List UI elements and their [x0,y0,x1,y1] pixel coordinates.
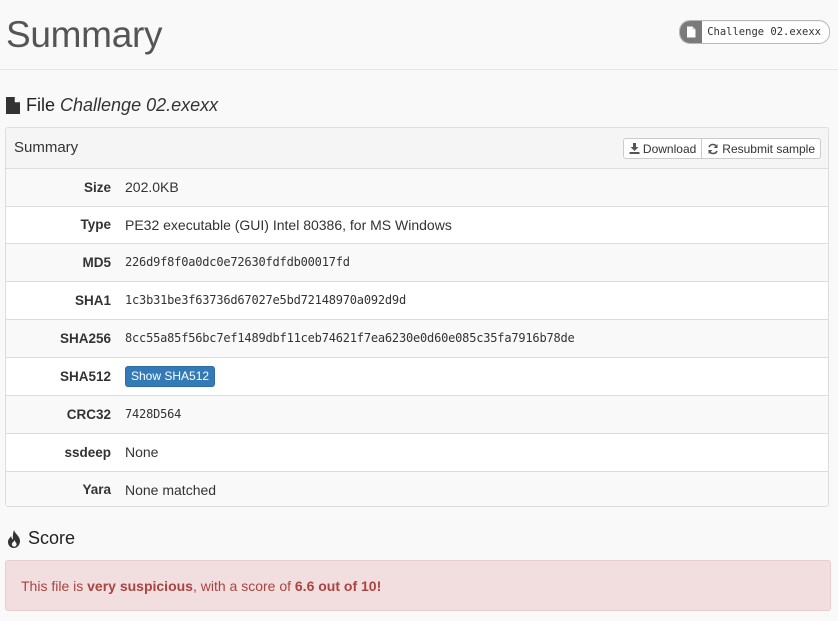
sha256-label: SHA256 [59,330,111,346]
file-section-filename: Challenge 02.exexx [60,95,219,115]
table-row-type: Type PE32 executable (GUI) Intel 80386, … [6,206,828,243]
table-row-yara: Yara None matched [6,471,828,506]
fire-icon [6,529,22,548]
sample-actions: Download Resubmit sample [622,138,821,159]
sha1-value: 1c3b31be3f63736d67027e5bd72148970a092d9d [125,293,406,307]
file-section-heading: File Challenge 02.exexx [6,95,218,116]
type-value: PE32 executable (GUI) Intel 80386, for M… [125,216,452,233]
download-icon [629,143,640,154]
ssdeep-value: None [125,444,159,460]
sha256-value: 8cc55a85f56bc7ef1489dbf11ceb74621f7ea623… [125,331,575,345]
summary-table: Size 202.0KB Type PE32 executable (GUI) … [6,169,828,506]
resubmit-label: Resubmit sample [722,141,815,156]
score-section-heading: Score [6,528,75,549]
page-title: Summary [6,14,163,55]
type-label: Type [80,217,111,232]
summary-panel-title: Summary [14,139,79,156]
md5-value: 226d9f8f0a0dc0e72630fdfdb00017fd [125,255,350,269]
yara-label: Yara [82,482,111,498]
file-name-pill[interactable]: Challenge 02.exexx [679,20,830,44]
table-row-crc32: CRC32 7428D564 [6,395,828,433]
table-row-sha256: SHA256 8cc55a85f56bc7ef1489dbf11ceb74621… [6,319,828,357]
page-header: Summary Challenge 02.exexx [0,0,838,70]
score-alert: This file is very suspicious, with a sco… [5,560,831,611]
crc32-label: CRC32 [66,406,111,422]
show-sha512-button[interactable]: Show SHA512 [125,365,216,387]
yara-value: None matched [125,481,217,498]
sha512-label: SHA512 [59,368,111,384]
md5-label: MD5 [82,254,111,270]
file-section-label: File [26,95,56,115]
table-row-sha512: SHA512 Show SHA512 [6,357,828,395]
file-icon [6,97,20,114]
sha1-label: SHA1 [74,292,111,308]
table-row-size: Size 202.0KB [6,169,828,206]
summary-panel-heading: Summary Download Resubmit sample [6,128,828,169]
download-button[interactable]: Download [622,138,703,159]
file-icon [680,21,703,43]
score-verdict: very suspicious [87,578,193,594]
score-alert-middle: , with a score of [192,578,295,594]
table-row-md5: MD5 226d9f8f0a0dc0e72630fdfdb00017fd [6,243,828,281]
size-value: 202.0KB [125,179,179,196]
score-value: 6.6 out of 10! [294,578,382,594]
ssdeep-label: ssdeep [64,444,111,460]
score-alert-prefix: This file is [21,578,88,594]
score-section-label: Score [28,528,76,548]
size-label: Size [83,179,111,195]
summary-panel: Summary Download Resubmit sample Size 20… [5,127,829,507]
sha512-cell: Show SHA512 [119,357,828,395]
table-row-ssdeep: ssdeep None [6,433,828,471]
refresh-icon [707,143,719,155]
table-row-sha1: SHA1 1c3b31be3f63736d67027e5bd72148970a0… [6,281,828,319]
resubmit-sample-button[interactable]: Resubmit sample [702,138,821,159]
file-pill-label: Challenge 02.exexx [707,26,821,38]
download-label: Download [642,141,697,156]
crc32-value: 7428D564 [125,407,182,421]
